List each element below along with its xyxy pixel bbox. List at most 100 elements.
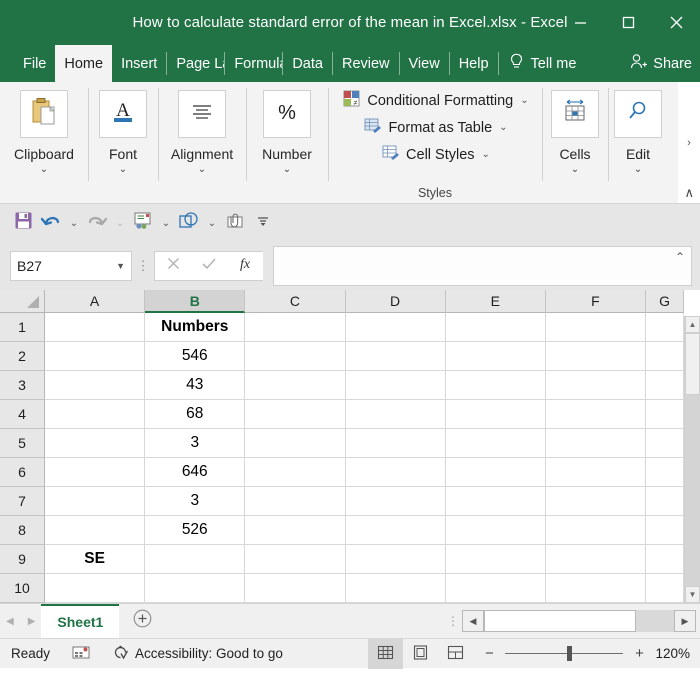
column-header-e[interactable]: E [446, 290, 546, 313]
row-header-10[interactable]: 10 [0, 574, 45, 603]
tab-page-layout[interactable]: Page La [167, 45, 224, 82]
scroll-down-button[interactable]: ▼ [685, 586, 700, 603]
cell-F2[interactable] [546, 342, 646, 371]
cell-E7[interactable] [446, 487, 546, 516]
cell-G7[interactable] [646, 487, 684, 516]
cell-B3[interactable]: 43 [145, 371, 245, 400]
cell-E3[interactable] [446, 371, 546, 400]
enter-button[interactable] [191, 252, 227, 280]
row-header-5[interactable]: 5 [0, 429, 45, 458]
vertical-scrollbar[interactable]: ▲ ▼ [684, 316, 700, 603]
column-header-a[interactable]: A [45, 290, 145, 313]
editing-button[interactable] [614, 90, 662, 138]
zoom-slider-thumb[interactable] [567, 646, 572, 661]
cell-C6[interactable] [245, 458, 345, 487]
row-header-4[interactable]: 4 [0, 400, 45, 429]
cell-B10[interactable] [145, 574, 245, 603]
chevron-down-icon[interactable]: ⌄ [571, 165, 579, 175]
row-header-9[interactable]: 9 [0, 545, 45, 574]
expand-formula-bar-icon[interactable]: ⌃ [675, 250, 685, 264]
cell-E9[interactable] [446, 545, 546, 574]
cancel-button[interactable] [155, 252, 191, 280]
share-workbook-button[interactable] [130, 210, 156, 236]
chevron-down-icon[interactable]: ⌄ [482, 149, 490, 160]
format-as-table-button[interactable]: Format as Table ⌄ [364, 117, 507, 138]
undo-dropdown-icon[interactable]: ⌄ [66, 210, 82, 236]
cell-D8[interactable] [346, 516, 446, 545]
ribbon-group-cells[interactable]: Cells ⌄ [542, 82, 608, 203]
cell-G6[interactable] [646, 458, 684, 487]
zoom-out-button[interactable]: − [483, 645, 495, 662]
cell-D6[interactable] [346, 458, 446, 487]
cell-A3[interactable] [45, 371, 145, 400]
horizontal-scrollbar[interactable]: ◀ ▶ [462, 604, 700, 638]
ribbon-group-clipboard[interactable]: Clipboard ⌄ [0, 82, 88, 203]
cell-B6[interactable]: 646 [145, 458, 245, 487]
chevron-down-icon[interactable]: ⌄ [40, 165, 48, 175]
zoom-in-button[interactable]: + [633, 645, 645, 662]
row-header-6[interactable]: 6 [0, 458, 45, 487]
cell-D4[interactable] [346, 400, 446, 429]
cell-E5[interactable] [446, 429, 546, 458]
tab-data[interactable]: Data [283, 45, 332, 82]
cell-C1[interactable] [245, 313, 345, 342]
previous-sheet-button[interactable]: ◀ [6, 616, 14, 627]
chevron-down-icon[interactable]: ▼ [116, 261, 125, 271]
cell-C9[interactable] [245, 545, 345, 574]
cell-D5[interactable] [346, 429, 446, 458]
cell-D2[interactable] [346, 342, 446, 371]
tab-home[interactable]: Home [55, 45, 112, 82]
share-workbook-dropdown-icon[interactable]: ⌄ [158, 210, 174, 236]
close-button[interactable] [652, 0, 700, 45]
chevron-down-icon[interactable]: ⌄ [520, 95, 528, 106]
page-break-preview-button[interactable] [438, 639, 473, 669]
cell-A7[interactable] [45, 487, 145, 516]
cell-C5[interactable] [245, 429, 345, 458]
column-header-c[interactable]: C [245, 290, 345, 313]
tab-review[interactable]: Review [333, 45, 399, 82]
chevron-down-icon[interactable]: ⌄ [499, 122, 507, 133]
cell-D9[interactable] [346, 545, 446, 574]
cell-F5[interactable] [546, 429, 646, 458]
cell-G1[interactable] [646, 313, 684, 342]
scroll-right-button[interactable]: ▶ [674, 610, 696, 632]
conditional-formatting-button[interactable]: ≠ Conditional Formatting ⌄ [343, 90, 528, 111]
cell-F10[interactable] [546, 574, 646, 603]
cell-F9[interactable] [546, 545, 646, 574]
column-header-f[interactable]: F [546, 290, 646, 313]
normal-view-button[interactable] [368, 639, 403, 669]
column-header-g[interactable]: G [646, 290, 684, 313]
cell-B2[interactable]: 546 [145, 342, 245, 371]
share-button[interactable]: Share [630, 45, 692, 82]
row-header-1[interactable]: 1 [0, 313, 45, 342]
next-sheet-button[interactable]: ▶ [28, 616, 36, 627]
cell-E4[interactable] [446, 400, 546, 429]
row-header-2[interactable]: 2 [0, 342, 45, 371]
chevron-down-icon[interactable]: ⌄ [283, 165, 291, 175]
redo-button[interactable] [84, 210, 110, 236]
cells-button[interactable] [551, 90, 599, 138]
cell-A1[interactable] [45, 313, 145, 342]
cell-B5[interactable]: 3 [145, 429, 245, 458]
cell-G4[interactable] [646, 400, 684, 429]
name-box[interactable]: B27 ▼ [10, 251, 132, 281]
cell-D7[interactable] [346, 487, 446, 516]
row-header-7[interactable]: 7 [0, 487, 45, 516]
add-sheet-button[interactable] [119, 604, 166, 638]
ribbon-group-editing[interactable]: Edit ⌄ [608, 82, 668, 203]
cell-B8[interactable]: 526 [145, 516, 245, 545]
ribbon-group-number[interactable]: % Number ⌄ [246, 82, 328, 203]
cell-G2[interactable] [646, 342, 684, 371]
tab-view[interactable]: View [400, 45, 449, 82]
cell-A8[interactable] [45, 516, 145, 545]
cell-B1[interactable]: Numbers [145, 313, 245, 342]
cell-C4[interactable] [245, 400, 345, 429]
formula-bar-grip[interactable]: ⋮ [132, 264, 154, 268]
alignment-button[interactable] [178, 90, 226, 138]
cell-B4[interactable]: 68 [145, 400, 245, 429]
cell-A9[interactable]: SE [45, 545, 145, 574]
cell-C10[interactable] [245, 574, 345, 603]
vertical-scroll-thumb[interactable] [685, 333, 700, 395]
cell-F7[interactable] [546, 487, 646, 516]
cell-B7[interactable]: 3 [145, 487, 245, 516]
